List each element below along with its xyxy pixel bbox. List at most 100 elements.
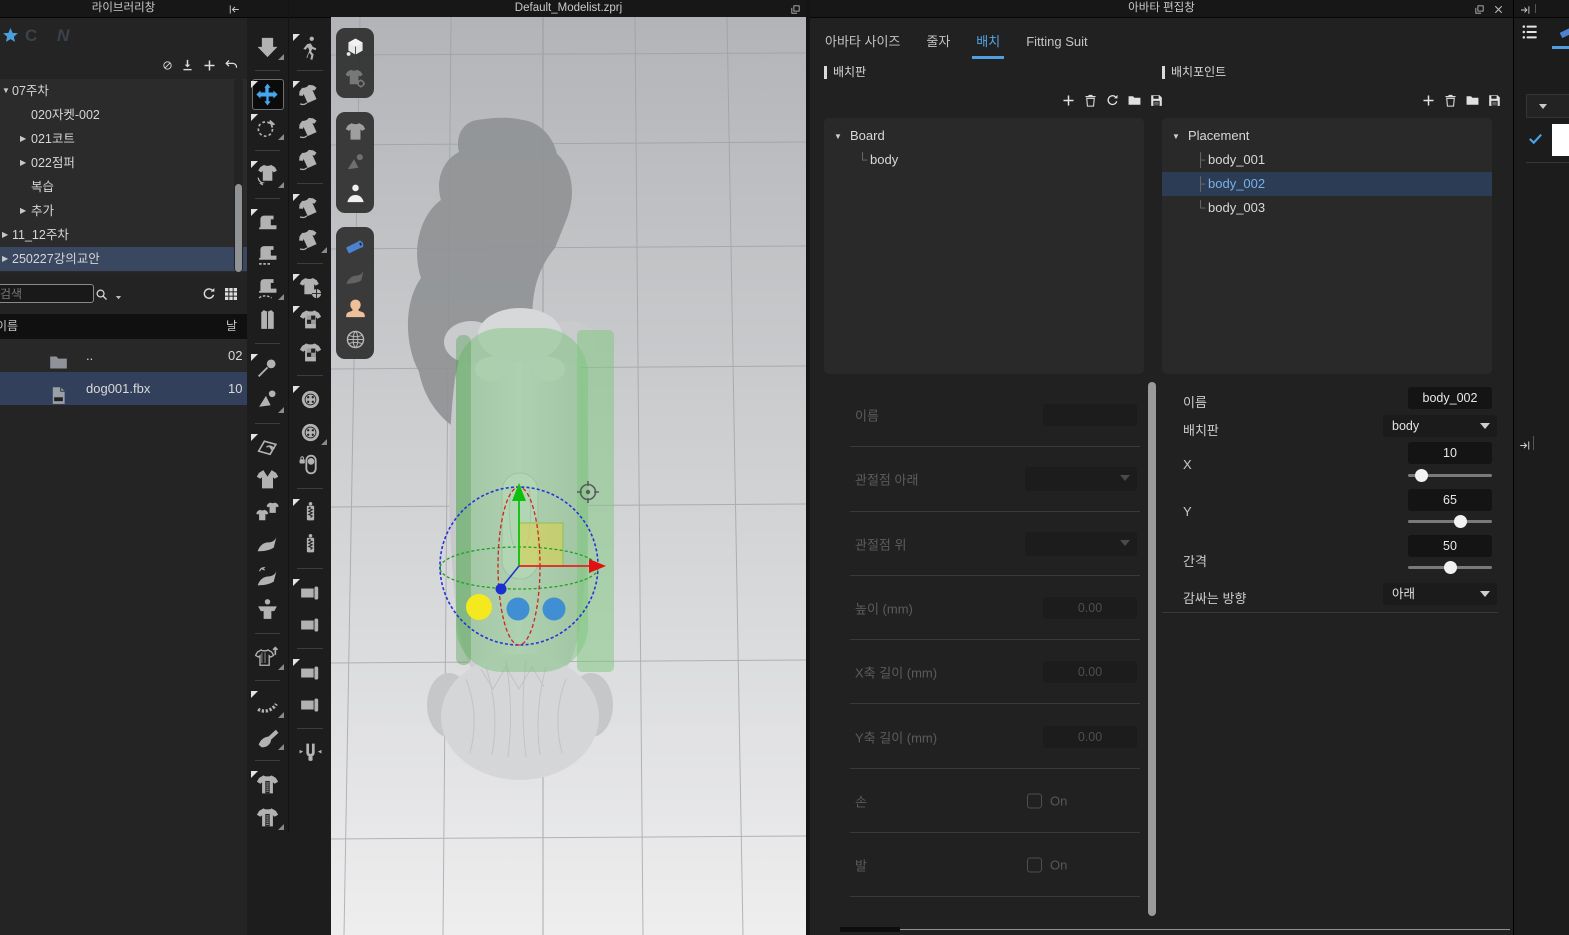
- search-input[interactable]: [0, 284, 94, 303]
- sidebar-folder-11_12주차[interactable]: ▶11_12주차: [0, 223, 247, 247]
- delete-button[interactable]: [1083, 92, 1098, 110]
- sidebar-folder-022점퍼[interactable]: ▶022점퍼: [0, 151, 247, 175]
- connect-logo-icon[interactable]: N: [57, 26, 69, 46]
- save-button[interactable]: [1149, 92, 1164, 110]
- garment-measure-tool[interactable]: [247, 768, 288, 801]
- dock-filter-dropdown[interactable]: [1526, 94, 1569, 118]
- clamp-tool[interactable]: [289, 736, 331, 769]
- untack-tool[interactable]: [289, 143, 331, 176]
- rearrange-garment-tool[interactable]: [247, 158, 288, 191]
- tack-on-avatar-tool[interactable]: [289, 78, 331, 111]
- refresh-icon[interactable]: [201, 285, 217, 303]
- expand-arrow-icon[interactable]: ▶: [2, 247, 8, 271]
- drape-tool[interactable]: [247, 593, 288, 626]
- tree-item-body_003[interactable]: └body_003: [1162, 196, 1492, 220]
- expand-arrow-icon[interactable]: ▼: [2, 79, 10, 103]
- tack-tool[interactable]: [289, 111, 331, 144]
- expand-arrow-icon[interactable]: ▶: [20, 127, 26, 151]
- show-flatten-toggle[interactable]: [336, 262, 374, 293]
- detach-tool[interactable]: [289, 223, 331, 256]
- show-pin-toggle[interactable]: [336, 147, 374, 178]
- expand-arrow-icon[interactable]: ▶: [2, 223, 8, 247]
- scene-tab-icon[interactable]: [1558, 22, 1569, 42]
- fold-arrangement-tool[interactable]: [247, 431, 288, 464]
- gizmo-z-handle[interactable]: [496, 584, 507, 595]
- sidebar-folder-복습[interactable]: 복습: [0, 175, 247, 199]
- grid-view-icon[interactable]: [223, 285, 239, 303]
- binding-place-tool[interactable]: [289, 576, 331, 609]
- binding-tool[interactable]: [289, 608, 331, 641]
- slider-handle[interactable]: [1454, 515, 1467, 528]
- point-wrap-select[interactable]: 아래: [1383, 583, 1497, 605]
- horizontal-scrollbar-track[interactable]: [898, 929, 1510, 930]
- placement-point-selected[interactable]: [466, 594, 492, 620]
- viewport-canvas[interactable]: [331, 17, 806, 935]
- sidebar-folder-020자켓-002[interactable]: 020자켓-002: [0, 103, 247, 127]
- expand-arrow-icon[interactable]: ▶: [20, 151, 26, 175]
- texture-edit-tool[interactable]: [289, 303, 331, 336]
- y-length-input[interactable]: 0.00: [1043, 726, 1137, 748]
- linked-sewing-tool[interactable]: [247, 238, 288, 271]
- point-gap-slider[interactable]: [1408, 561, 1492, 574]
- file-row-dog001.fbx[interactable]: dog001.fbx10: [0, 372, 247, 405]
- walkthrough-tool[interactable]: [289, 31, 331, 64]
- object-list-tab-icon[interactable]: [1520, 22, 1540, 42]
- item-thumbnail[interactable]: [1552, 124, 1569, 156]
- expand-arrow-icon[interactable]: ▶: [20, 199, 26, 223]
- show-environment-toggle[interactable]: [336, 324, 374, 355]
- placement-point[interactable]: [507, 598, 530, 621]
- undo-icon[interactable]: [224, 57, 239, 75]
- measure-tape-tool[interactable]: [247, 721, 288, 754]
- open-button[interactable]: [1465, 92, 1480, 110]
- placement-board[interactable]: [456, 328, 614, 672]
- point-gap-input[interactable]: 50: [1408, 535, 1492, 557]
- button-tool[interactable]: [289, 416, 331, 449]
- dock-expand-icon[interactable]: [1519, 2, 1531, 19]
- fitting-sewing-tool[interactable]: [247, 303, 288, 336]
- download-icon[interactable]: [180, 57, 195, 75]
- name-input[interactable]: [1043, 404, 1137, 426]
- tree-item-body_001[interactable]: ├body_001: [1162, 148, 1492, 172]
- piping-tool[interactable]: [289, 688, 331, 721]
- hands-checkbox[interactable]: [1027, 793, 1042, 808]
- tab-줄자[interactable]: 줄자: [926, 28, 950, 58]
- tab-배치[interactable]: 배치: [976, 28, 1000, 58]
- point-x-slider[interactable]: [1408, 469, 1492, 482]
- collar-arrangement-tool[interactable]: [247, 463, 288, 496]
- editor-close-icon[interactable]: [1493, 2, 1504, 19]
- file-row-..[interactable]: ..02: [0, 339, 247, 372]
- flatten-tool[interactable]: [247, 528, 288, 561]
- gizmo-plane-handle[interactable]: [519, 523, 563, 566]
- favorites-star-icon[interactable]: [1, 26, 20, 45]
- flatten-rotate-tool[interactable]: [247, 561, 288, 594]
- sync-disabled-icon[interactable]: [162, 57, 173, 75]
- zipper-tool[interactable]: [289, 528, 331, 561]
- move-tool[interactable]: [247, 78, 288, 111]
- slider-handle[interactable]: [1444, 561, 1457, 574]
- feet-checkbox[interactable]: [1027, 858, 1042, 873]
- show-fabric-toggle[interactable]: [336, 231, 374, 262]
- tab-Fitting Suit[interactable]: Fitting Suit: [1026, 28, 1087, 58]
- buttonhole-tool[interactable]: [289, 448, 331, 481]
- pin-box-tool[interactable]: [247, 383, 288, 416]
- garment-measure-edit-tool[interactable]: [247, 801, 288, 834]
- expand-arrow-icon[interactable]: ▼: [1172, 125, 1180, 149]
- search-icon[interactable]: [94, 286, 109, 304]
- open-button[interactable]: [1127, 92, 1142, 110]
- add-button[interactable]: [1061, 92, 1076, 110]
- layer-clone-tool[interactable]: [247, 496, 288, 529]
- visibility-check-icon[interactable]: [1527, 130, 1544, 148]
- garment-settings-toggle[interactable]: [336, 63, 374, 94]
- tab-아바타 사이즈[interactable]: 아바타 사이즈: [825, 28, 900, 58]
- slider-handle[interactable]: [1415, 469, 1428, 482]
- tree-item-Placement[interactable]: ▼Placement: [1162, 124, 1492, 148]
- texture-tool[interactable]: [289, 336, 331, 369]
- lift-garment-tool[interactable]: [247, 641, 288, 674]
- tree-item-body[interactable]: └body: [824, 148, 1144, 172]
- import-tool[interactable]: [247, 31, 288, 64]
- point-name-input[interactable]: body_002: [1408, 387, 1492, 409]
- sidebar-folder-250227강의교안[interactable]: ▶250227강의교안: [0, 247, 247, 271]
- joint-above-select[interactable]: [1025, 532, 1137, 556]
- add-icon[interactable]: [202, 57, 217, 75]
- tree-item-body_002[interactable]: ├body_002: [1162, 172, 1492, 196]
